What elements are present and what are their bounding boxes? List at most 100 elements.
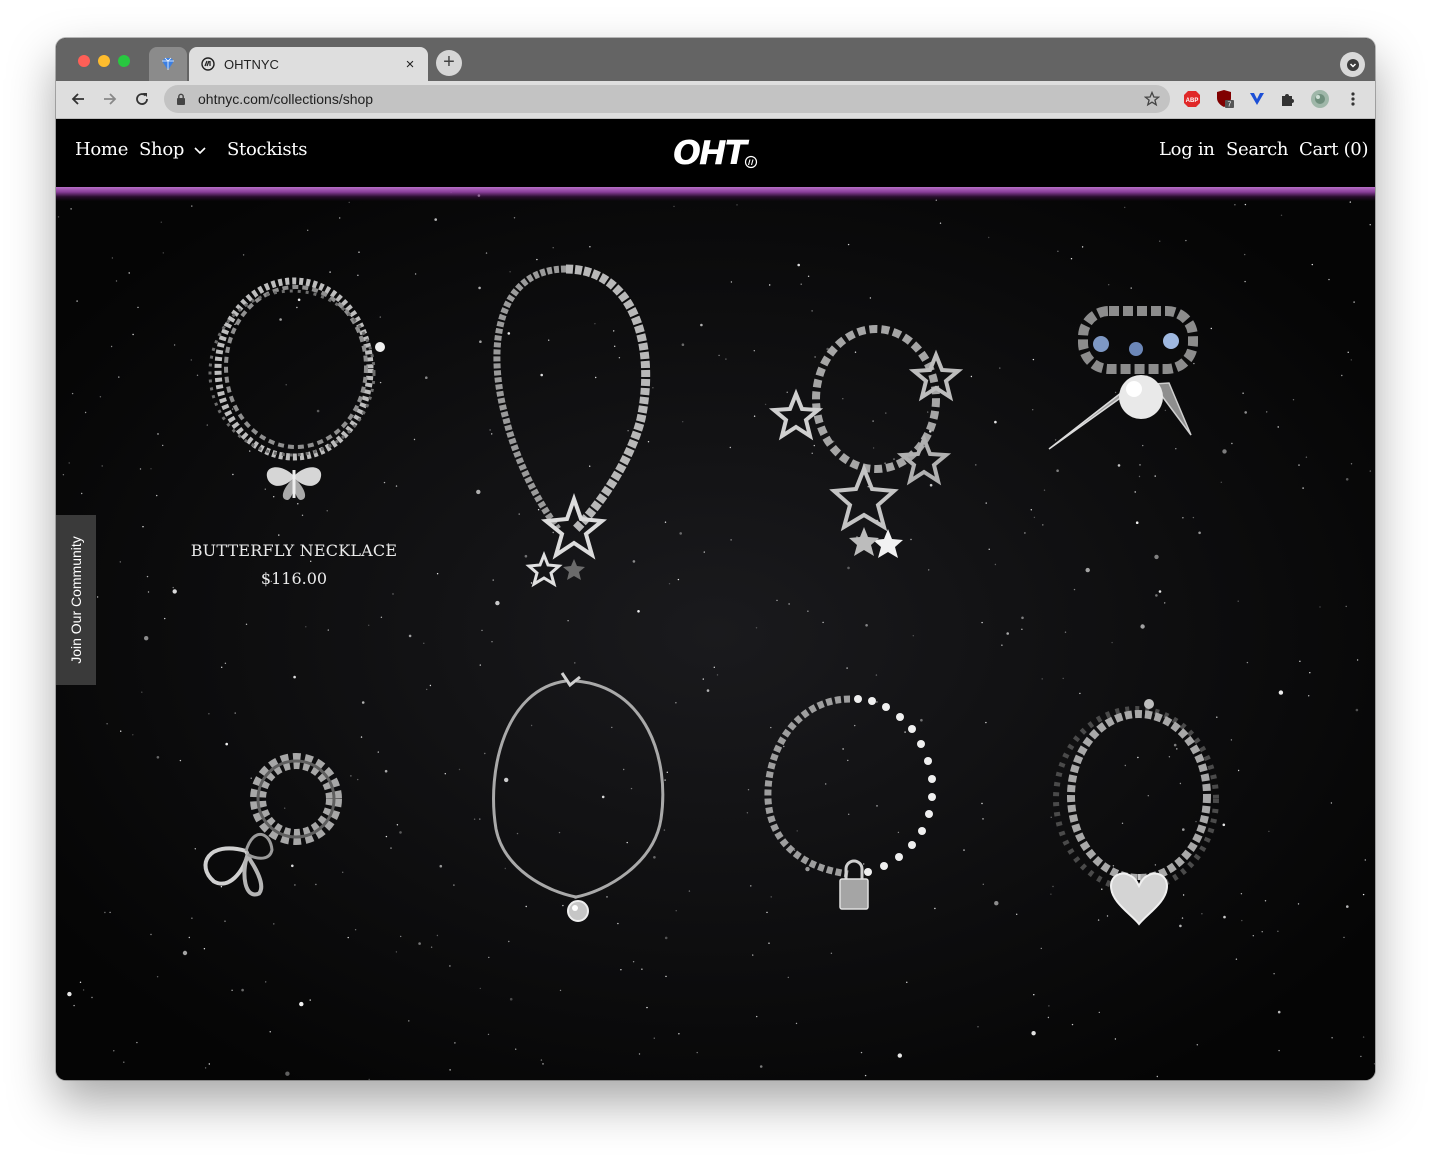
star-dot [234,712,236,714]
nav-home[interactable]: Home [75,139,128,160]
nav-stockists[interactable]: Stockists [227,139,307,160]
star-dot [1268,830,1270,833]
star-dot [1278,690,1284,695]
star-dot [242,254,245,256]
tab-search-button[interactable] [1340,52,1365,77]
star-dot [115,280,118,282]
star-dot [224,920,226,922]
star-dot [713,666,715,668]
nav-cart[interactable]: Cart (0) [1299,139,1368,160]
star-dot [453,884,455,886]
star-dot [162,444,164,447]
menu-dots-icon[interactable] [1343,89,1363,109]
star-dot [164,617,166,620]
bookmark-star-icon[interactable] [1144,91,1160,107]
product-card-pearl-spike-ring[interactable] [1041,299,1201,529]
star-dot [1156,1075,1159,1078]
ublock-icon[interactable]: 7 [1215,89,1235,109]
new-tab-button[interactable]: + [436,50,462,76]
star-dot [1302,487,1304,489]
star-dot [1032,409,1034,411]
star-dot [191,205,193,207]
star-dot [681,343,685,346]
star-dot [160,221,162,223]
star-dot [449,965,451,967]
star-dot [1062,677,1064,680]
star-dot [787,976,789,979]
product-card-pearl-lock-bracelet[interactable] [758,689,953,959]
star-dot [384,769,388,773]
star-dot [1073,588,1076,591]
pearl-lock-bracelet-icon [764,695,936,910]
star-dot [675,702,677,704]
product-card-heart-charm-bracelet[interactable] [1031,684,1241,974]
vpn-icon[interactable] [1247,89,1267,109]
star-dot [1031,1031,1036,1036]
arrow-left-icon [71,93,84,105]
puzzle-extensions-icon[interactable] [1278,89,1298,109]
star-dot [675,910,677,912]
star-dot [231,989,233,991]
product-card-butterfly-ring[interactable] [196,739,366,919]
back-button[interactable] [68,89,88,109]
header-glow-line [56,187,1375,201]
product-card-star-chain-necklace[interactable] [476,259,676,589]
star-dot [327,629,329,631]
star-dot [408,1020,410,1022]
star-dot [57,216,60,218]
nav-shop[interactable]: Shop [139,139,206,160]
star-dot [769,284,771,286]
star-dot [665,975,667,978]
site-header: Home Shop Stockists OHT Log in Search Ca… [56,119,1375,187]
reload-icon [136,93,148,105]
star-dot [1277,1010,1281,1014]
product-card-thin-pendant-necklace[interactable] [486,659,671,959]
star-dot [559,989,562,992]
reload-button[interactable] [132,89,152,109]
star-dot [994,563,997,566]
minimize-window-button[interactable] [98,55,110,67]
star-dot [1261,931,1263,933]
star-dot [1033,516,1036,519]
star-dot [141,691,143,693]
tab-close-icon[interactable]: × [398,56,422,73]
star-dot [1341,374,1343,377]
star-dot [1196,1044,1199,1046]
nav-search[interactable]: Search [1226,139,1289,160]
star-dot [479,664,481,666]
star-dot [567,620,569,622]
star-dot [1071,1023,1074,1026]
star-dot [875,674,878,676]
product-card-star-bracelet[interactable] [766,289,986,559]
star-dot [495,600,500,606]
product-card-butterfly-necklace[interactable]: BUTTERFLY NECKLACE $116.00 [186,269,402,588]
star-dot [109,911,111,914]
star-dot [752,954,754,956]
profile-avatar-icon[interactable] [1310,89,1330,109]
star-dot [540,1059,543,1061]
star-dot [736,204,738,206]
abp-icon[interactable]: ABP [1182,89,1202,109]
star-dot [179,759,182,762]
star-dot [1241,919,1243,922]
star-dot [1047,1016,1050,1019]
star-dot [515,1048,517,1050]
join-community-tab[interactable]: Join Our Community [56,515,96,685]
star-dot [99,396,102,398]
close-window-button[interactable] [78,55,90,67]
nav-login[interactable]: Log in [1159,139,1215,160]
star-dot [395,951,398,953]
forward-button[interactable] [100,89,120,109]
tab-ohtnyc[interactable]: OHTNYC × [189,47,428,81]
zoom-window-button[interactable] [118,55,130,67]
oht-logo[interactable]: OHT [671,136,761,170]
star-dot [1111,641,1113,644]
pinned-tab[interactable] [149,47,187,81]
star-dot [241,988,244,992]
star-dot [1024,532,1026,534]
star-dot [653,1037,655,1039]
star-dot [620,969,622,971]
address-bar[interactable]: ohtnyc.com/collections/shop [164,85,1170,113]
star-dot [1222,449,1227,454]
star-dot [776,599,778,602]
